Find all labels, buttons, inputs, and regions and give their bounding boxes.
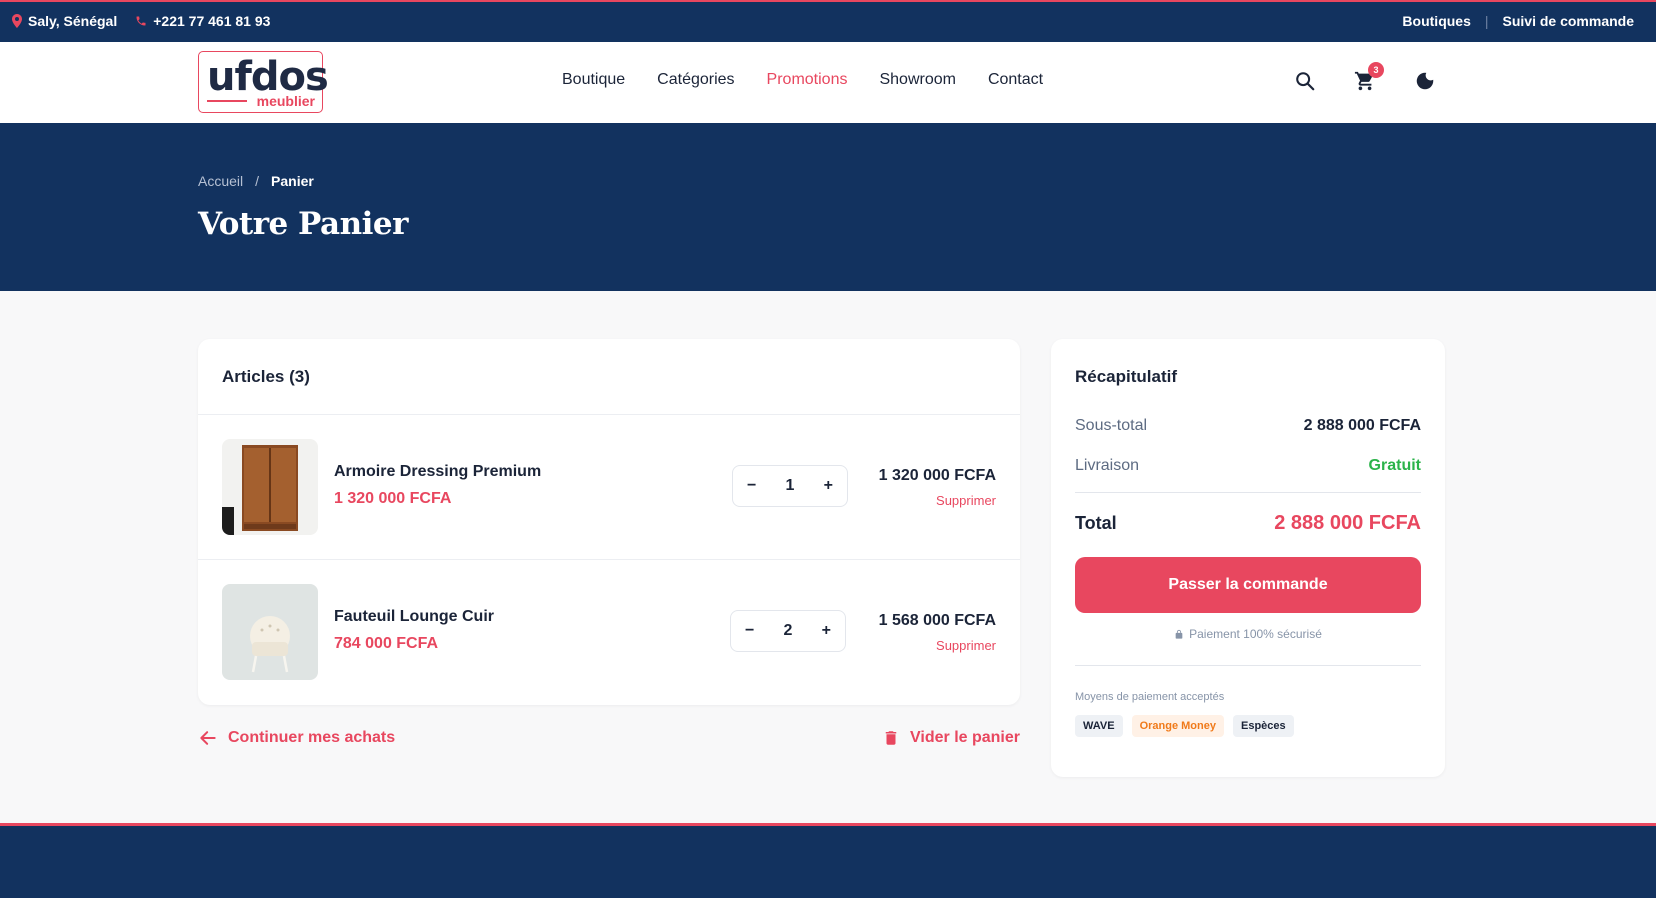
- nav-categories[interactable]: Catégories: [657, 71, 734, 89]
- cart-items-card: Articles (3) Armoire Dressing Premium 1 …: [198, 339, 1020, 705]
- total-row: Total 2 888 000 FCFA: [1075, 512, 1421, 535]
- total-value: 2 888 000 FCFA: [1274, 512, 1421, 534]
- decrease-quantity-button[interactable]: −: [745, 622, 754, 640]
- stores-link[interactable]: Boutiques: [1402, 13, 1470, 29]
- payment-methods: WAVE Orange Money Espèces: [1075, 715, 1421, 737]
- summary-heading: Récapitulatif: [1075, 367, 1178, 386]
- armchair-image: [222, 584, 318, 680]
- nav-promotions[interactable]: Promotions: [767, 71, 848, 89]
- payment-method-wave: WAVE: [1075, 715, 1123, 737]
- phone-icon: [136, 16, 146, 26]
- product-image-wardrobe[interactable]: [222, 439, 318, 535]
- subtotal-label: Sous-total: [1075, 417, 1148, 434]
- trash-icon: [885, 731, 897, 745]
- payment-methods-label: Moyens de paiement acceptés: [1075, 691, 1225, 703]
- cart-heading: Articles (3): [198, 339, 1020, 415]
- moon-icon: [1416, 72, 1434, 90]
- logo-tagline: meublier: [256, 93, 315, 109]
- cart-item: Fauteuil Lounge Cuir 784 000 FCFA − 2 + …: [198, 560, 1020, 705]
- page-title: Votre Panier: [198, 206, 409, 242]
- breadcrumb-separator: /: [255, 173, 260, 189]
- total-label: Total: [1075, 513, 1117, 533]
- breadcrumb: Accueil / Panier: [198, 173, 314, 189]
- theme-toggle[interactable]: [1414, 70, 1436, 92]
- product-unit-price: 784 000 FCFA: [334, 635, 439, 652]
- arrow-left-icon: [200, 731, 216, 745]
- order-summary-card: Récapitulatif Sous-total 2 888 000 FCFA …: [1051, 339, 1445, 777]
- product-name[interactable]: Fauteuil Lounge Cuir: [334, 608, 494, 626]
- increase-quantity-button[interactable]: +: [824, 477, 833, 495]
- topbar-divider: |: [1484, 13, 1489, 29]
- product-unit-price: 1 320 000 FCFA: [334, 490, 452, 507]
- secure-payment-label: Paiement 100% sécurisé: [1189, 627, 1322, 641]
- continue-shopping-label: Continuer mes achats: [228, 729, 396, 746]
- quantity-value[interactable]: 1: [786, 477, 795, 495]
- lock-icon: [1175, 629, 1183, 639]
- top-bar: Saly, Sénégal +221 77 461 81 93 Boutique…: [0, 0, 1656, 42]
- phone-info[interactable]: +221 77 461 81 93: [135, 13, 270, 29]
- page-hero: Accueil / Panier Votre Panier: [0, 123, 1656, 291]
- site-header: ufdos meublier Boutique Catégories Promo…: [0, 42, 1656, 123]
- quantity-stepper: − 1 +: [732, 465, 848, 507]
- site-footer: [0, 823, 1656, 898]
- empty-cart-label: Vider le panier: [910, 729, 1020, 746]
- summary-divider: [1075, 492, 1421, 493]
- remove-item-button[interactable]: Supprimer: [936, 493, 996, 508]
- secure-payment-note: Paiement 100% sécurisé: [1075, 627, 1421, 641]
- wardrobe-image: [222, 439, 318, 535]
- cart-actions: Continuer mes achats Vider le panier: [198, 728, 1020, 754]
- logo[interactable]: ufdos meublier: [198, 51, 329, 113]
- product-image-armchair[interactable]: [222, 584, 318, 680]
- line-total: 1 568 000 FCFA: [878, 612, 996, 629]
- delivery-label: Livraison: [1075, 457, 1140, 474]
- phone-text: +221 77 461 81 93: [153, 13, 271, 29]
- order-tracking-link[interactable]: Suivi de commande: [1503, 13, 1634, 29]
- empty-cart-button[interactable]: Vider le panier: [882, 728, 1020, 748]
- cart-button[interactable]: 3: [1354, 62, 1384, 92]
- logo-underline: [207, 100, 247, 102]
- continue-shopping-link[interactable]: Continuer mes achats: [198, 728, 395, 748]
- checkout-button[interactable]: Passer la commande: [1075, 557, 1421, 613]
- location-pin-icon: [12, 14, 22, 28]
- quantity-value[interactable]: 2: [784, 622, 793, 640]
- delivery-row: Livraison Gratuit: [1075, 457, 1421, 475]
- breadcrumb-current: Panier: [271, 173, 314, 189]
- decrease-quantity-button[interactable]: −: [747, 477, 756, 495]
- increase-quantity-button[interactable]: +: [822, 622, 831, 640]
- payment-method-orange-money: Orange Money: [1131, 715, 1224, 737]
- line-total: 1 320 000 FCFA: [878, 467, 996, 484]
- quantity-stepper: − 2 +: [730, 610, 846, 652]
- location-info: Saly, Sénégal: [12, 13, 117, 29]
- cart-item: Armoire Dressing Premium 1 320 000 FCFA …: [198, 415, 1020, 560]
- summary-divider: [1075, 665, 1421, 666]
- cart-count-badge: 3: [1368, 62, 1384, 78]
- subtotal-row: Sous-total 2 888 000 FCFA: [1075, 417, 1421, 435]
- nav-boutique[interactable]: Boutique: [562, 71, 625, 89]
- subtotal-value: 2 888 000 FCFA: [1303, 417, 1421, 434]
- product-name[interactable]: Armoire Dressing Premium: [334, 463, 541, 481]
- search-icon: [1296, 72, 1315, 91]
- nav-contact[interactable]: Contact: [988, 71, 1043, 89]
- delivery-value: Gratuit: [1368, 457, 1421, 474]
- main-nav: Boutique Catégories Promotions Showroom …: [562, 71, 1043, 89]
- search-button[interactable]: [1294, 70, 1316, 92]
- breadcrumb-home[interactable]: Accueil: [198, 173, 243, 189]
- location-text: Saly, Sénégal: [28, 13, 118, 29]
- nav-showroom[interactable]: Showroom: [879, 71, 955, 89]
- remove-item-button[interactable]: Supprimer: [936, 638, 996, 653]
- payment-method-cash: Espèces: [1232, 715, 1294, 737]
